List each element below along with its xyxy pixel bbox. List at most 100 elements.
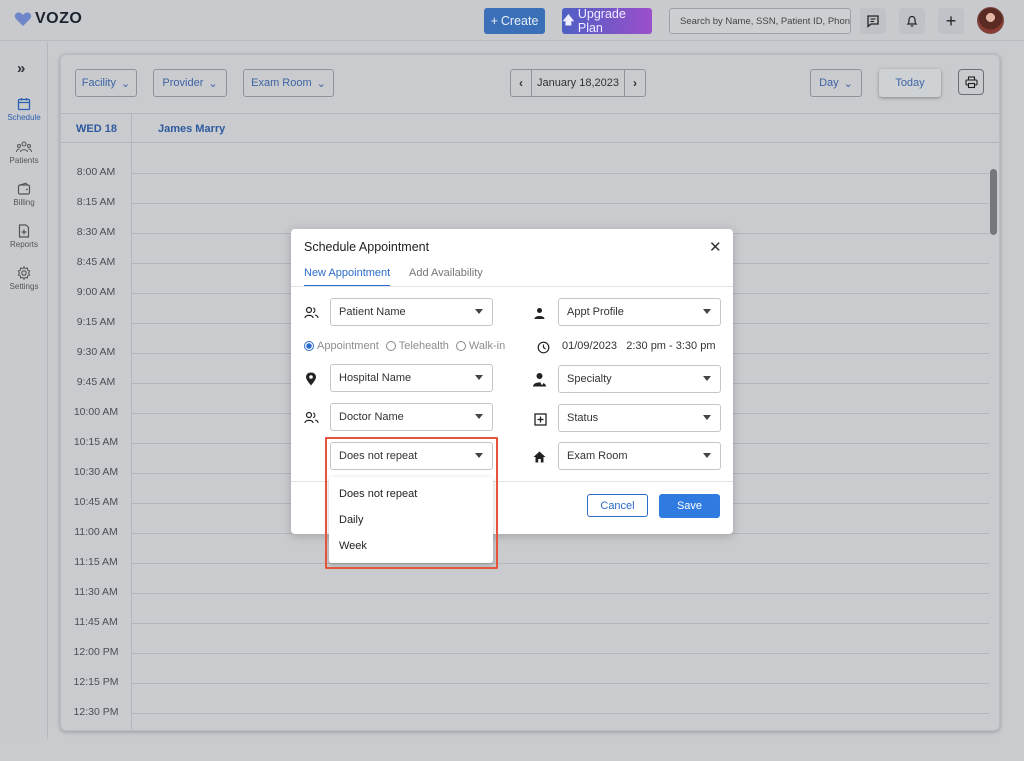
clock-icon [535, 339, 551, 355]
sidebar-item-reports[interactable]: Reports [0, 224, 48, 249]
print-button[interactable] [958, 69, 984, 95]
sidebar-item-patients[interactable]: Patients [0, 140, 48, 165]
patient-name-select[interactable]: Patient Name [330, 298, 493, 326]
time-slot-row[interactable] [131, 203, 989, 204]
doctor-icon [531, 371, 547, 387]
time-slot-label: 11:30 AM [74, 586, 118, 598]
radio-telehealth[interactable]: Telehealth [385, 340, 449, 352]
time-slot-label: 8:30 AM [76, 226, 116, 238]
user-avatar[interactable] [977, 7, 1004, 34]
app-logo[interactable]: VOZO [14, 10, 82, 28]
arrow-up-icon: 🡅 [562, 12, 575, 27]
sidebar-item-schedule[interactable]: Schedule [0, 97, 48, 122]
chevron-down-icon: ⌄ [316, 77, 326, 90]
caret-down-icon [703, 376, 711, 381]
status-value: Status [567, 412, 599, 424]
create-button[interactable]: + Create [484, 8, 545, 34]
patient-name-value: Patient Name [339, 306, 406, 318]
time-slot-row[interactable] [131, 683, 989, 684]
calendar-icon [17, 98, 31, 111]
sidebar-item-billing[interactable]: Billing [0, 182, 48, 207]
time-slot-label: 9:30 AM [76, 346, 116, 358]
time-slot-row[interactable] [131, 173, 989, 174]
close-icon[interactable]: ✕ [709, 238, 722, 256]
radio-label: Walk-in [468, 340, 506, 352]
logo-text: VOZO [35, 10, 83, 27]
doctor-name-select[interactable]: Doctor Name [330, 403, 493, 431]
home-icon [531, 449, 547, 465]
time-slot-row[interactable] [131, 623, 989, 624]
sidebar: » Schedule Patients Billing Reports Sett… [0, 42, 48, 739]
status-select[interactable]: Status [558, 404, 721, 432]
messages-button[interactable] [860, 8, 886, 34]
top-bar: VOZO + Create 🡅 Upgrade Plan Search by N… [0, 0, 1024, 41]
plus-icon: + [945, 10, 957, 31]
provider-column-name: James Marry [158, 123, 226, 135]
time-slot-row[interactable] [131, 593, 989, 594]
sidebar-item-label: Billing [13, 198, 35, 207]
time-slot-label: 9:15 AM [76, 316, 116, 328]
next-date-button[interactable]: › [625, 70, 645, 96]
appt-profile-value: Appt Profile [567, 306, 624, 318]
date-navigator: ‹ January 18,2023 › [510, 69, 646, 97]
today-button[interactable]: Today [879, 69, 941, 97]
add-button[interactable]: + [938, 8, 964, 34]
radio-appointment[interactable]: Appointment [304, 340, 379, 352]
caret-down-icon [703, 453, 711, 458]
specialty-value: Specialty [567, 373, 612, 385]
appt-profile-select[interactable]: Appt Profile [558, 298, 721, 326]
hospital-name-select[interactable]: Hospital Name [330, 364, 493, 392]
time-slot-label: 9:45 AM [76, 376, 116, 388]
tab-add-availability[interactable]: Add Availability [409, 267, 483, 287]
expand-sidebar-icon[interactable]: » [17, 60, 25, 77]
appointment-datetime[interactable]: 01/09/2023 2:30 pm - 3:30 pm [562, 340, 716, 352]
caret-down-icon [475, 309, 483, 314]
heart-logo-icon [14, 12, 32, 26]
tab-new-appointment[interactable]: New Appointment [304, 267, 391, 287]
search-placeholder: Search by Name, SSN, Patient ID, Phone [680, 15, 851, 27]
time-slot-row[interactable] [131, 713, 989, 714]
save-button[interactable]: Save [659, 494, 720, 518]
time-slot-row[interactable] [131, 563, 989, 564]
cancel-button[interactable]: Cancel [587, 494, 648, 517]
sidebar-item-label: Settings [9, 282, 39, 291]
radio-walk-in[interactable]: Walk-in [455, 340, 506, 352]
view-select[interactable]: Day ⌄ [810, 69, 862, 97]
time-slot-label: 11:15 AM [74, 556, 118, 568]
time-column-divider [131, 113, 132, 730]
previous-date-button[interactable]: ‹ [511, 70, 531, 96]
specialty-select[interactable]: Specialty [558, 365, 721, 393]
time-slot-label: 12:30 PM [73, 706, 119, 718]
time-slot-label: 12:15 PM [73, 676, 119, 688]
person-icon [531, 305, 547, 321]
time-slot-label: 10:30 AM [73, 466, 119, 478]
time-slot-label: 10:15 AM [73, 436, 119, 448]
exam-room-label: Exam Room [251, 77, 312, 89]
patients-icon [16, 141, 32, 153]
day-header: WED 18 James Marry [61, 113, 999, 143]
appointment-type-radios: Appointment Telehealth Walk-in [304, 340, 505, 352]
search-input[interactable]: Search by Name, SSN, Patient ID, Phone [669, 8, 851, 34]
exam-room-select[interactable]: Exam Room [558, 442, 721, 470]
notifications-button[interactable] [899, 8, 925, 34]
chevron-down-icon: ⌄ [121, 77, 131, 90]
exam-room-filter[interactable]: Exam Room ⌄ [243, 69, 334, 97]
time-slot-label: 8:45 AM [76, 256, 116, 268]
doctor-name-value: Doctor Name [339, 411, 404, 423]
report-icon [18, 224, 30, 238]
provider-filter[interactable]: Provider ⌄ [153, 69, 227, 97]
gear-icon [17, 266, 31, 280]
scrollbar[interactable] [990, 169, 997, 235]
user-group-icon [303, 305, 319, 321]
upgrade-plan-button[interactable]: 🡅 Upgrade Plan [562, 7, 652, 35]
view-label: Day [819, 77, 839, 89]
day-label: WED 18 [76, 123, 117, 135]
upgrade-label: Upgrade Plan [577, 7, 626, 35]
time-slot-row[interactable] [131, 653, 989, 654]
caret-down-icon [475, 414, 483, 419]
wallet-icon [17, 182, 31, 195]
create-label: Create [500, 14, 539, 28]
sidebar-item-settings[interactable]: Settings [0, 266, 48, 291]
plus-icon: + [490, 14, 498, 28]
facility-filter[interactable]: Facility ⌄ [75, 69, 137, 97]
